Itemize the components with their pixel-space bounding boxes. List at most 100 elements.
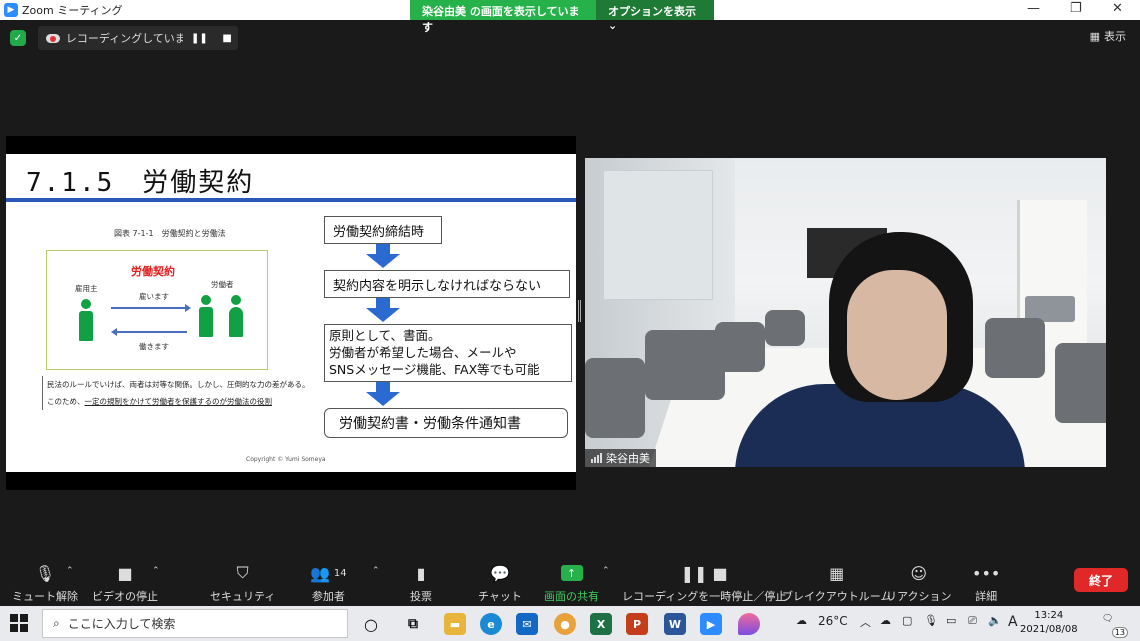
taskbar-search[interactable]: ⌕ ここに入力して検索 — [42, 609, 348, 638]
onedrive-cloud-icon[interactable]: ☁ — [880, 614, 891, 627]
video-glass-panel — [603, 170, 713, 300]
chat-label: チャット — [478, 590, 522, 603]
recording-bar: レコーディングしています... ❚❚ ■ — [38, 26, 238, 50]
participants-options-chevron-icon[interactable]: ⌃ — [372, 566, 380, 576]
participant-name: 染谷由美 — [606, 452, 650, 465]
signal-bars-icon — [591, 453, 602, 463]
video-chair — [645, 330, 725, 400]
flow-step-4: 労働契約書・労働条件通知書 — [324, 408, 568, 438]
notification-center-button[interactable]: 🗨 13 — [1102, 614, 1128, 638]
microphone-icon[interactable]: 🎙 — [924, 614, 938, 627]
worker-label: 労働者 — [211, 280, 234, 289]
volume-icon[interactable]: 🔈 — [988, 614, 1002, 627]
device-icon[interactable]: ▢ — [902, 614, 912, 627]
view-options-label: オプションを表示 — [608, 5, 696, 18]
share-options-chevron-icon[interactable]: ⌃ — [602, 566, 610, 576]
close-button[interactable]: ✕ — [1112, 1, 1123, 16]
mail-icon[interactable]: ✉ — [516, 613, 538, 635]
note-line-2-prefix: このため、 — [47, 397, 85, 406]
ime-indicator[interactable]: A — [1008, 614, 1018, 630]
video-chair — [985, 318, 1045, 378]
title-bar: ▶ Zoom ミーティング 染谷由美 の画面を表示しています オプションを表示 … — [0, 0, 1140, 34]
cloud-record-icon — [46, 33, 60, 43]
sharing-status: 染谷由美 の画面を表示しています — [410, 0, 596, 34]
end-meeting-button[interactable]: 終了 — [1074, 568, 1128, 592]
flow-arrow-stem-1 — [376, 244, 390, 254]
poll-bars-icon: ▮ — [416, 563, 426, 583]
task-view-icon[interactable]: ⧉ — [402, 613, 424, 635]
video-chair — [765, 310, 805, 346]
windows-start-icon[interactable] — [10, 614, 28, 632]
chrome-browser-icon[interactable]: ● — [554, 613, 576, 635]
battery-icon[interactable]: ▭ — [946, 614, 956, 627]
poll-button[interactable]: ▮ 投票 — [410, 562, 432, 604]
flow-step-1: 労働契約締結時 — [324, 216, 442, 244]
security-button[interactable]: ⛉ セキュリティ — [210, 562, 275, 604]
meeting-toolbar: 🎙 ミュート解除 ⌃ ■ ビデオの停止 ⌃ ⛉ セキュリティ 👥 14 参加者 ⌃… — [0, 558, 1140, 606]
paint-app-icon[interactable] — [738, 613, 760, 635]
video-label: ビデオの停止 — [92, 590, 158, 603]
participants-button[interactable]: 👥 14 参加者 — [310, 562, 347, 604]
breakout-grid-icon: ▦ — [829, 563, 845, 583]
security-shield-icon[interactable]: ✓ — [10, 30, 26, 46]
note-line-1: 民法のルールでいけば、両者は対等な関係。しかし、圧倒的な力の差がある。 — [47, 380, 310, 389]
pause-recording-button[interactable]: ❚❚ — [189, 28, 211, 48]
word-icon[interactable]: W — [664, 613, 686, 635]
participant-nametag: 染谷由美 — [585, 449, 656, 467]
more-button[interactable]: ••• 詳細 — [972, 562, 1000, 604]
microphone-muted-icon: 🎙 — [34, 563, 56, 583]
note-line-2: このため、一定の規制をかけて労働者を保護するのが労働法の役割 — [47, 393, 314, 410]
view-button[interactable]: ▦ 表示 — [1090, 28, 1126, 44]
split-drag-handle[interactable] — [578, 300, 581, 322]
powerpoint-icon[interactable]: P — [626, 613, 648, 635]
edge-browser-icon[interactable]: e — [480, 613, 502, 635]
recording-label: レコーディングしています... — [65, 32, 183, 45]
cortana-circle-icon[interactable]: ○ — [360, 613, 382, 635]
video-chair — [585, 358, 645, 438]
stop-recording-button[interactable]: ■ — [216, 28, 238, 48]
taskbar-clock[interactable]: 13:24 2021/08/08 — [1020, 609, 1078, 637]
hire-label: 雇います — [139, 292, 169, 301]
flow-arrow-2-icon — [366, 308, 400, 322]
share-up-arrow-icon: ↑ — [560, 562, 583, 584]
flow-step-3-line-2: 労働者が希望した場合、メールや — [329, 345, 517, 360]
stop-video-button[interactable]: ■ ビデオの停止 — [92, 562, 158, 604]
breakout-rooms-button[interactable]: ▦ ブレイクアウトルーム — [782, 562, 891, 604]
flow-arrow-1-icon — [366, 254, 400, 268]
network-icon[interactable]: ⎚ — [968, 614, 977, 628]
maximize-button[interactable]: ❐ — [1070, 1, 1082, 16]
share-screen-button[interactable]: ↑ 画面の共有 — [544, 562, 599, 604]
clock-time: 13:24 — [1034, 610, 1064, 621]
video-options-chevron-icon[interactable]: ⌃ — [152, 566, 160, 576]
minimize-button[interactable]: — — [1027, 1, 1040, 16]
file-explorer-icon[interactable]: ▬ — [444, 613, 466, 635]
zoom-logo-icon: ▶ — [4, 3, 18, 17]
video-speaker-face — [847, 270, 947, 400]
weather-icon[interactable]: ☁ — [796, 614, 807, 627]
flow-arrow-stem-3 — [376, 382, 390, 392]
view-label: 表示 — [1104, 30, 1126, 43]
arrow-right-icon — [111, 304, 191, 312]
participant-count: 14 — [333, 567, 347, 579]
clock-date: 2021/08/08 — [1020, 624, 1078, 635]
work-label: 働きます — [139, 342, 169, 351]
chat-button[interactable]: 💬 チャット — [478, 562, 522, 604]
shield-icon: ⛉ — [236, 563, 249, 582]
worker-man-icon — [199, 295, 213, 339]
excel-icon[interactable]: X — [590, 613, 612, 635]
view-options-button[interactable]: オプションを表示 ⌄ — [596, 0, 714, 32]
audio-options-chevron-icon[interactable]: ⌃ — [66, 566, 74, 576]
share-label: 画面の共有 — [544, 590, 599, 603]
poll-label: 投票 — [410, 590, 432, 603]
video-camera-icon: ■ — [117, 563, 133, 583]
note-text: 民法のルールでいけば、両者は対等な関係。しかし、圧倒的な力の差がある。 このため… — [42, 376, 314, 410]
zoom-taskbar-icon[interactable]: ▶ — [700, 613, 722, 635]
weather-temperature[interactable]: 26°C — [818, 614, 848, 628]
reactions-button[interactable]: ☺ リアクション — [886, 562, 951, 604]
window-title: Zoom ミーティング — [22, 4, 123, 17]
chevron-up-icon[interactable]: ︿ — [860, 614, 871, 630]
participants-icon: 👥 14 — [310, 563, 347, 583]
mute-label: ミュート解除 — [12, 590, 78, 603]
share-banner: 染谷由美 の画面を表示しています オプションを表示 ⌄ — [410, 0, 714, 34]
recording-control-button[interactable]: ❚❚ ■ レコーディングを一時停止／停止 — [622, 562, 786, 604]
